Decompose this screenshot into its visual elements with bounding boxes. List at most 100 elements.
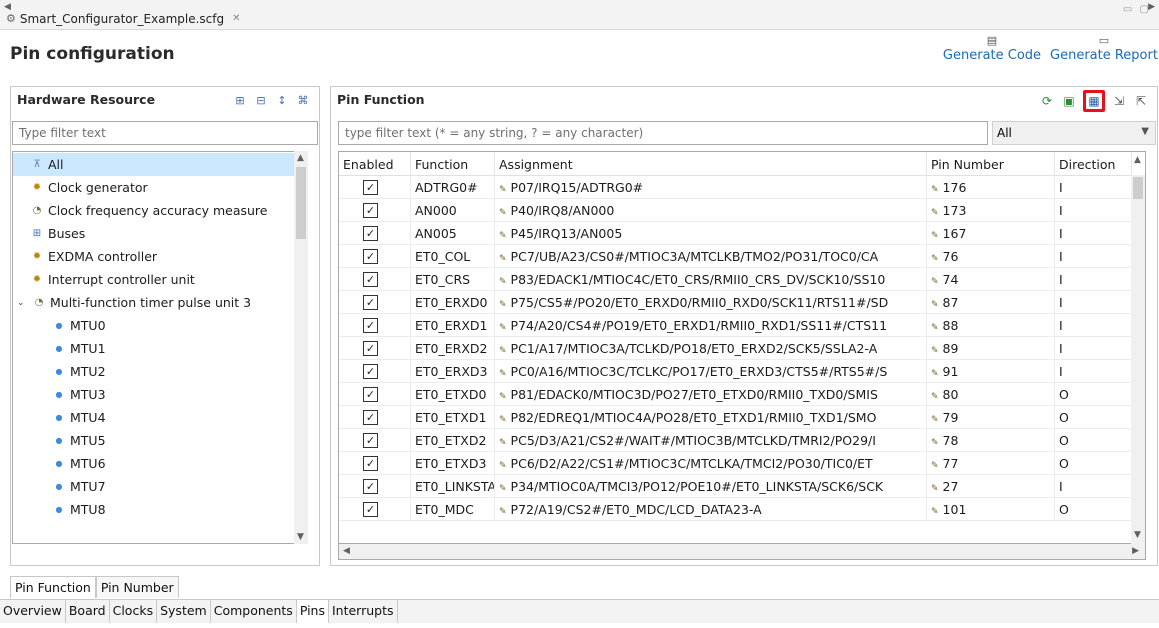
- cell-assignment[interactable]: ✎ P34/MTIOC0A/TMCI3/PO12/POE10#/ET0_LINKS…: [495, 475, 927, 498]
- cell-pin-number[interactable]: ✎ 91: [927, 360, 1055, 383]
- table-row[interactable]: ✓ ET0_CRS ✎ P83/EDACK1/MTIOC4C/ET0_CRS/RMII…: [339, 268, 1132, 291]
- enabled-checkbox[interactable]: ✓: [363, 387, 378, 402]
- hardware-filter-input[interactable]: Type filter text: [12, 121, 318, 145]
- scroll-down-icon[interactable]: ▼: [1134, 530, 1141, 540]
- tab-overview[interactable]: Overview: [0, 600, 66, 623]
- tab-clocks[interactable]: Clocks: [110, 600, 158, 623]
- chevron-down-icon[interactable]: ⌄: [17, 298, 29, 308]
- scroll-right-icon[interactable]: ▶: [1148, 2, 1155, 12]
- enabled-checkbox[interactable]: ✓: [363, 456, 378, 471]
- table-row[interactable]: ✓ ET0_ETXD3 ✎ PC6/D2/A22/CS1#/MTIOC3C/MTCLK…: [339, 452, 1132, 475]
- cell-pin-number[interactable]: ✎ 80: [927, 383, 1055, 406]
- cell-assignment[interactable]: ✎ P72/A19/CS2#/ET0_MDC/LCD_DATA23-A: [495, 498, 927, 521]
- configure-icon[interactable]: ▣: [1061, 93, 1077, 109]
- close-icon[interactable]: ✕: [232, 13, 240, 24]
- enabled-checkbox[interactable]: ✓: [363, 318, 378, 333]
- cell-assignment[interactable]: ✎ P83/EDACK1/MTIOC4C/ET0_CRS/RMII0_CRS_DV…: [495, 268, 927, 291]
- cell-assignment[interactable]: ✎ P45/IRQ13/AN005: [495, 222, 927, 245]
- cell-assignment[interactable]: ✎ PC7/UB/A23/CS0#/MTIOC3A/MTCLKB/TMO2/PO3…: [495, 245, 927, 268]
- scroll-up-icon[interactable]: ▲: [297, 153, 304, 163]
- scroll-left-icon[interactable]: ◀: [4, 2, 11, 12]
- scroll-left-icon[interactable]: ◀: [343, 546, 350, 556]
- tab-pin-number[interactable]: Pin Number: [95, 576, 179, 598]
- pin-filter-input[interactable]: type filter text (* = any string, ? = an…: [338, 121, 988, 145]
- enabled-checkbox[interactable]: ✓: [363, 433, 378, 448]
- enabled-checkbox[interactable]: ✓: [363, 410, 378, 425]
- table-scroll-thumb[interactable]: [1133, 177, 1143, 199]
- sort-icon[interactable]: ↕: [274, 92, 290, 108]
- tree-item[interactable]: ✹ EXDMA controller: [13, 245, 305, 268]
- table-row[interactable]: ✓ ADTRG0# ✎ P07/IRQ15/ADTRG0# ✎ 176 I: [339, 176, 1132, 199]
- editor-tab[interactable]: ⚙ Smart_Configurator_Example.scfg ✕: [6, 7, 241, 30]
- column-direction[interactable]: Direction: [1055, 152, 1132, 176]
- enabled-checkbox[interactable]: ✓: [363, 203, 378, 218]
- table-row[interactable]: ✓ ET0_ERXD1 ✎ P74/A20/CS4#/PO19/ET0_ERXD1/R…: [339, 314, 1132, 337]
- hierarchy-icon[interactable]: ⌘: [295, 92, 311, 108]
- tree-item[interactable]: ● MTU7: [13, 475, 305, 498]
- tree-item[interactable]: ✹ Clock generator: [13, 176, 305, 199]
- table-horizontal-scrollbar[interactable]: ◀ ▶: [338, 544, 1146, 560]
- tree-scroll-thumb[interactable]: [296, 167, 306, 239]
- table-row[interactable]: ✓ AN000 ✎ P40/IRQ8/AN000 ✎ 173 I: [339, 199, 1132, 222]
- tree-item[interactable]: ✹ Interrupt controller unit: [13, 268, 305, 291]
- cell-assignment[interactable]: ✎ P82/EDREQ1/MTIOC4A/PO28/ET0_ETXD1/RMII0…: [495, 406, 927, 429]
- enabled-checkbox[interactable]: ✓: [363, 502, 378, 517]
- cell-pin-number[interactable]: ✎ 89: [927, 337, 1055, 360]
- cell-pin-number[interactable]: ✎ 77: [927, 452, 1055, 475]
- filter-scope-select[interactable]: All ▼: [992, 121, 1156, 145]
- tree-item[interactable]: ● MTU2: [13, 360, 305, 383]
- expand-all-icon[interactable]: ⊞: [232, 92, 248, 108]
- column-enabled[interactable]: Enabled: [339, 152, 411, 176]
- table-row[interactable]: ✓ ET0_ETXD1 ✎ P82/EDREQ1/MTIOC4A/PO28/ET0_E…: [339, 406, 1132, 429]
- tree-item[interactable]: ● MTU4: [13, 406, 305, 429]
- table-row[interactable]: ✓ ET0_ERXD3 ✎ PC0/A16/MTIOC3C/TCLKC/PO17/ET…: [339, 360, 1132, 383]
- cell-pin-number[interactable]: ✎ 87: [927, 291, 1055, 314]
- enabled-checkbox[interactable]: ✓: [363, 180, 378, 195]
- cell-assignment[interactable]: ✎ PC5/D3/A21/CS2#/WAIT#/MTIOC3B/MTCLKD/TM…: [495, 429, 927, 452]
- tab-interrupts[interactable]: Interrupts: [329, 600, 398, 623]
- tree-item[interactable]: ⊞ Buses: [13, 222, 305, 245]
- table-row[interactable]: ✓ ET0_ETXD2 ✎ PC5/D3/A21/CS2#/WAIT#/MTIOC3B…: [339, 429, 1132, 452]
- cell-pin-number[interactable]: ✎ 79: [927, 406, 1055, 429]
- cell-pin-number[interactable]: ✎ 173: [927, 199, 1055, 222]
- refresh-icon[interactable]: ⟳: [1039, 93, 1055, 109]
- tree-vertical-scrollbar[interactable]: ▲ ▼: [294, 151, 308, 544]
- cell-assignment[interactable]: ✎ P40/IRQ8/AN000: [495, 199, 927, 222]
- table-vertical-scrollbar[interactable]: ▲ ▼: [1131, 155, 1145, 544]
- enabled-checkbox[interactable]: ✓: [363, 364, 378, 379]
- cell-assignment[interactable]: ✎ PC0/A16/MTIOC3C/TCLKC/PO17/ET0_ERXD3/CT…: [495, 360, 927, 383]
- table-row[interactable]: ✓ ET0_MDC ✎ P72/A19/CS2#/ET0_MDC/LCD_DATA23…: [339, 498, 1132, 521]
- tree-item[interactable]: ● MTU1: [13, 337, 305, 360]
- table-row[interactable]: ✓ ET0_COL ✎ PC7/UB/A23/CS0#/MTIOC3A/MTCLKB/…: [339, 245, 1132, 268]
- tab-components[interactable]: Components: [211, 600, 297, 623]
- tree-item[interactable]: ● MTU3: [13, 383, 305, 406]
- scroll-down-icon[interactable]: ▼: [297, 532, 304, 542]
- enabled-checkbox[interactable]: ✓: [363, 272, 378, 287]
- tree-item[interactable]: ● MTU0: [13, 314, 305, 337]
- tab-system[interactable]: System: [157, 600, 211, 623]
- tree-item[interactable]: ⊼ All: [13, 153, 305, 176]
- generate-report-button[interactable]: ▭ Generate Report: [1048, 34, 1159, 63]
- cell-pin-number[interactable]: ✎ 101: [927, 498, 1055, 521]
- tab-pins[interactable]: Pins: [296, 600, 329, 623]
- tree-item[interactable]: ● MTU8: [13, 498, 305, 521]
- enabled-checkbox[interactable]: ✓: [363, 249, 378, 264]
- tree-item[interactable]: ◔ Clock frequency accuracy measure: [13, 199, 305, 222]
- cell-assignment[interactable]: ✎ P07/IRQ15/ADTRG0#: [495, 176, 927, 199]
- column-pin-number[interactable]: Pin Number: [927, 152, 1055, 176]
- table-row[interactable]: ✓ AN005 ✎ P45/IRQ13/AN005 ✎ 167 I: [339, 222, 1132, 245]
- enabled-checkbox[interactable]: ✓: [363, 295, 378, 310]
- cell-assignment[interactable]: ✎ P81/EDACK0/MTIOC3D/PO27/ET0_ETXD0/RMII0…: [495, 383, 927, 406]
- export-icon[interactable]: ⇱: [1133, 93, 1149, 109]
- tab-board[interactable]: Board: [66, 600, 110, 623]
- cell-pin-number[interactable]: ✎ 88: [927, 314, 1055, 337]
- column-function[interactable]: Function: [411, 152, 495, 176]
- cell-pin-number[interactable]: ✎ 167: [927, 222, 1055, 245]
- import-icon[interactable]: ⇲: [1111, 93, 1127, 109]
- cell-pin-number[interactable]: ✎ 176: [927, 176, 1055, 199]
- tree-item[interactable]: ● MTU5: [13, 429, 305, 452]
- scroll-right-icon[interactable]: ▶: [1132, 546, 1139, 556]
- cell-assignment[interactable]: ✎ P74/A20/CS4#/PO19/ET0_ERXD1/RMII0_RXD1/…: [495, 314, 927, 337]
- enabled-checkbox[interactable]: ✓: [363, 226, 378, 241]
- table-row[interactable]: ✓ ET0_LINKSTA ✎ P34/MTIOC0A/TMCI3/PO12/POE1…: [339, 475, 1132, 498]
